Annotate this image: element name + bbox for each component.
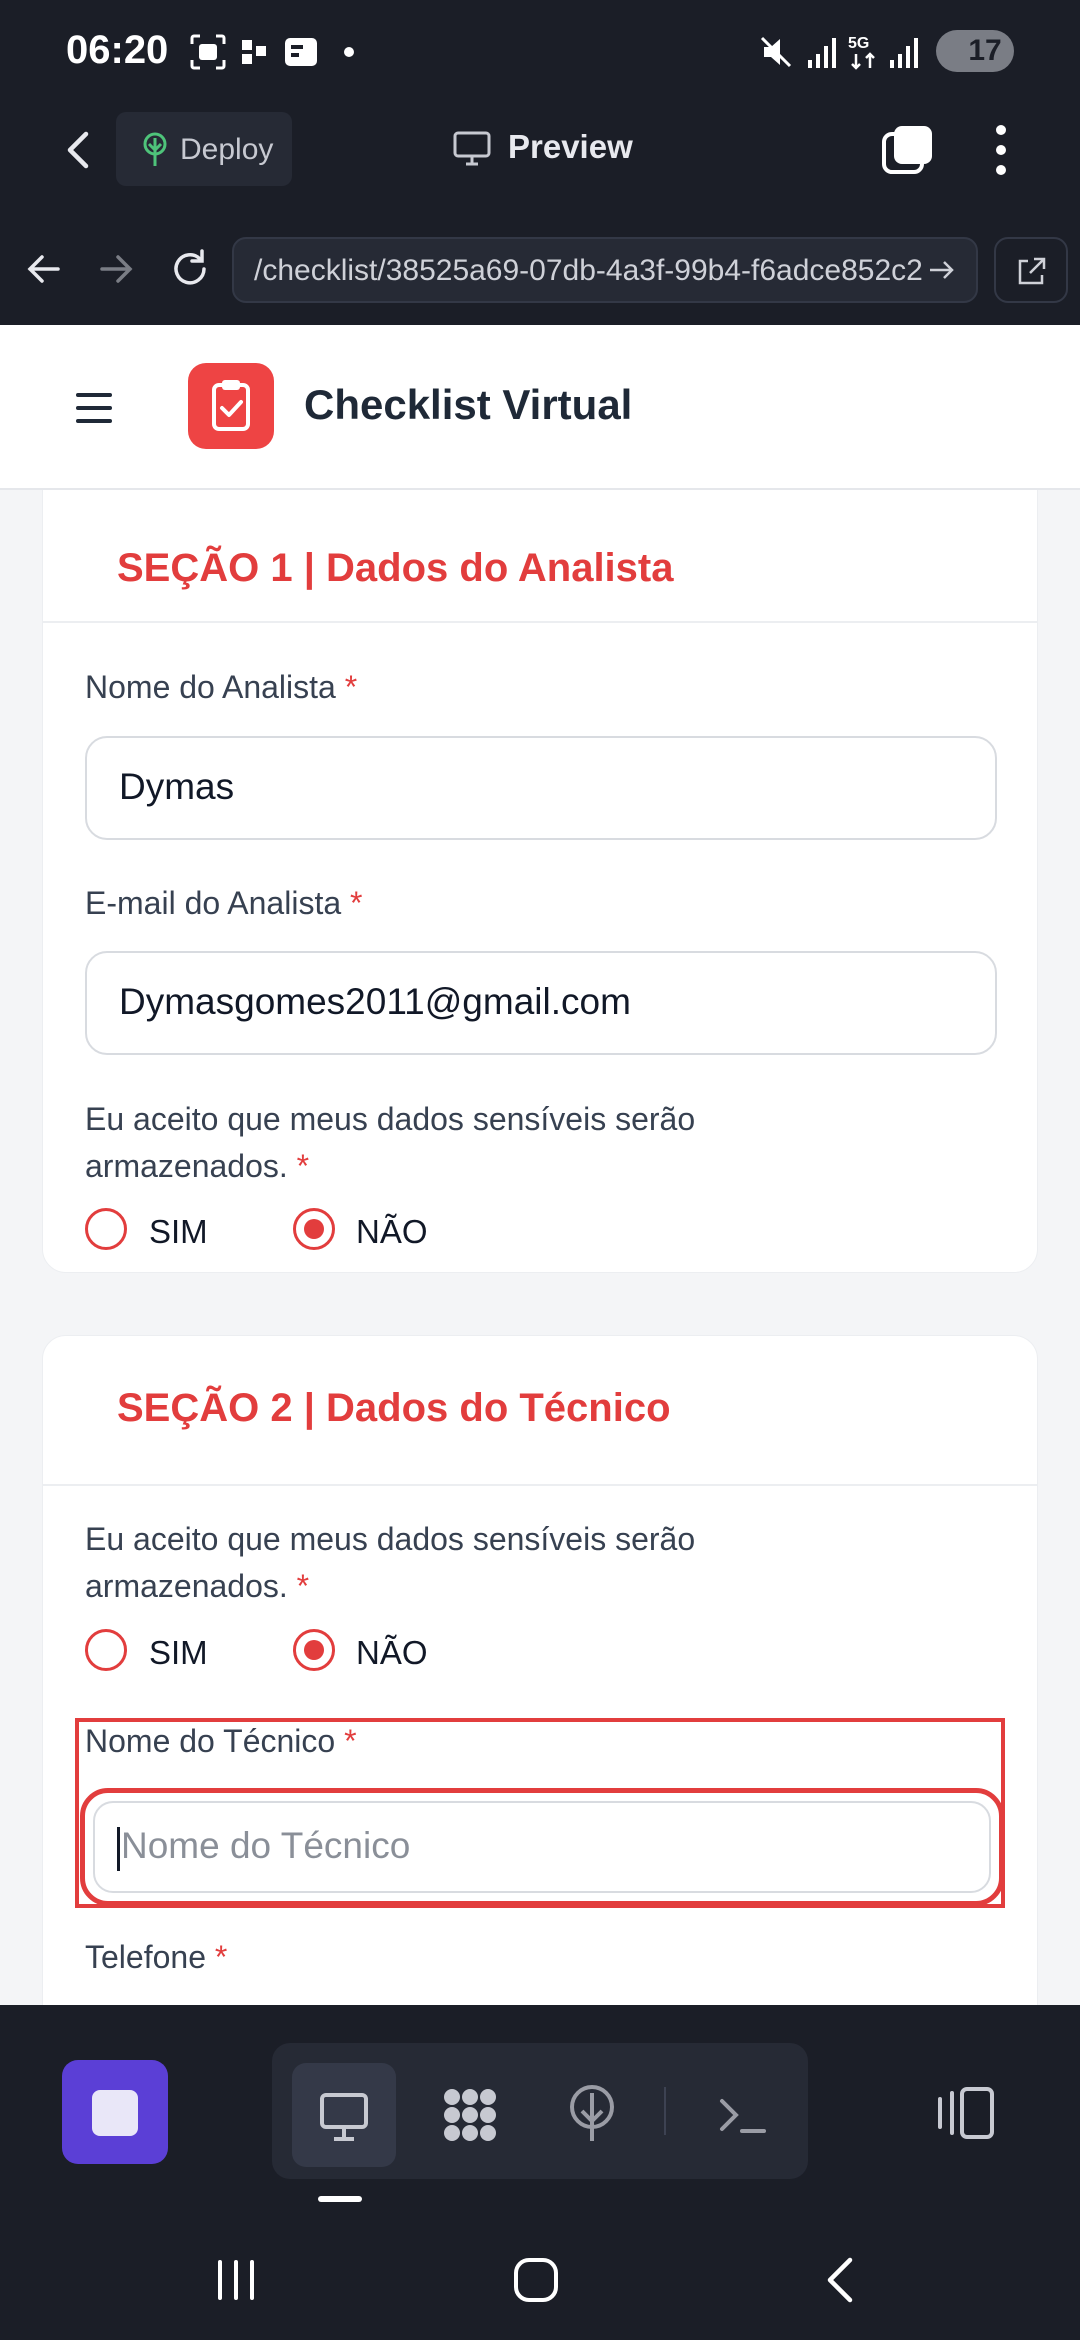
5g-icon: 5G	[848, 35, 875, 70]
analyst-name-input[interactable]: Dymas	[85, 736, 997, 840]
tabs-icon[interactable]	[878, 120, 938, 180]
screenshot-icon	[190, 34, 226, 70]
more-menu-icon[interactable]	[986, 120, 1016, 180]
battery-icon: 17	[936, 30, 1014, 72]
back-icon[interactable]	[812, 2250, 872, 2310]
url-input[interactable]: /checklist/38525a69-07db-4a3f-99b4-f6adc…	[232, 237, 978, 303]
terminal-button[interactable]	[690, 2063, 794, 2167]
separator	[664, 2087, 666, 2135]
analyst-name-label: Nome do Analista *	[85, 669, 358, 705]
go-arrow-icon[interactable]	[926, 253, 958, 287]
home-icon[interactable]	[506, 2250, 566, 2310]
consent-1-no-label: NÃO	[356, 1213, 428, 1250]
preview-tab[interactable]: Preview	[452, 122, 672, 178]
wallet-icon	[285, 38, 317, 66]
nav-back-icon[interactable]	[14, 239, 74, 299]
text-cursor	[117, 1827, 120, 1871]
consent-1-radio-yes[interactable]	[85, 1208, 127, 1250]
consent-2-no-label: NÃO	[356, 1634, 428, 1671]
stop-icon	[92, 2090, 138, 2136]
reload-icon[interactable]	[160, 239, 220, 299]
stop-button[interactable]	[62, 2060, 168, 2164]
deploy-view-button[interactable]	[540, 2063, 644, 2167]
url-bar: /checklist/38525a69-07db-4a3f-99b4-f6adc…	[0, 215, 1080, 325]
monitor-icon	[320, 2093, 368, 2141]
tech-name-placeholder: Nome do Técnico	[121, 1825, 411, 1866]
section-divider	[43, 1484, 1037, 1486]
preview-label: Preview	[508, 128, 633, 165]
deploy-button[interactable]: Deploy	[116, 112, 292, 186]
consent-1-yes-label: SIM	[149, 1213, 208, 1250]
view-switcher	[272, 2043, 808, 2179]
cast-icon	[242, 40, 266, 64]
apps-icon	[444, 2089, 496, 2141]
mute-icon	[760, 36, 792, 68]
status-time: 06:20	[66, 28, 169, 72]
system-nav-bar	[0, 2220, 1080, 2340]
tech-name-input[interactable]: Nome do Técnico	[80, 1788, 1004, 1906]
signal-icon	[890, 38, 918, 68]
nav-forward-icon[interactable]	[86, 239, 146, 299]
consent-label-1: Eu aceito que meus dados sensíveis serão…	[85, 1101, 696, 1184]
monitor-icon	[453, 131, 491, 166]
url-text: /checklist/38525a69-07db-4a3f-99b4-f6adc…	[254, 254, 923, 287]
section-1-card: SEÇÃO 1 | Dados do Analista Nome do Anal…	[42, 445, 1038, 1273]
battery-level: 17	[968, 34, 1002, 67]
analyst-name-value: Dymas	[119, 766, 235, 807]
analyst-email-input[interactable]: Dymasgomes2011@gmail.com	[85, 951, 997, 1055]
tab-indicator	[318, 2196, 362, 2202]
section-2-title: SEÇÃO 2 | Dados do Técnico	[117, 1386, 671, 1430]
consent-2-radio-yes[interactable]	[85, 1629, 127, 1671]
section-1-title: SEÇÃO 1 | Dados do Analista	[117, 546, 674, 590]
hamburger-menu-icon[interactable]	[76, 393, 112, 423]
clipboard-check-icon	[188, 363, 274, 449]
external-link-icon	[1018, 257, 1046, 285]
deploy-icon	[570, 2085, 614, 2141]
recents-icon[interactable]	[206, 2250, 266, 2310]
app-toolbar: Deploy Preview	[0, 100, 1080, 215]
section-divider	[43, 621, 1037, 623]
apps-button[interactable]	[418, 2063, 522, 2167]
svg-text:5G: 5G	[848, 35, 869, 52]
consent-label-2: Eu aceito que meus dados sensíveis serão…	[85, 1521, 696, 1604]
terminal-icon	[720, 2099, 766, 2133]
dot-icon	[344, 47, 354, 57]
dev-toolbar	[0, 2005, 1080, 2220]
side-panel-icon[interactable]	[930, 2085, 996, 2141]
deploy-icon	[143, 132, 167, 166]
consent-2-radio-no[interactable]	[293, 1629, 335, 1671]
status-bar: 06:20 5G 17	[0, 0, 1080, 100]
consent-1-radio-no[interactable]	[293, 1208, 335, 1250]
phone-label: Telefone *	[85, 1939, 228, 1975]
open-external-button[interactable]	[994, 237, 1068, 303]
signal-icon	[808, 38, 836, 68]
back-arrow-icon[interactable]	[50, 120, 110, 180]
consent-2-yes-label: SIM	[149, 1634, 208, 1671]
app-header: Checklist Virtual	[0, 325, 1080, 490]
analyst-email-label: E-mail do Analista *	[85, 885, 363, 921]
tech-name-field[interactable]: Nome do Técnico	[93, 1801, 991, 1893]
monitor-view-button[interactable]	[292, 2063, 396, 2167]
app-title: Checklist Virtual	[304, 381, 633, 428]
analyst-email-value: Dymasgomes2011@gmail.com	[119, 981, 631, 1022]
deploy-label: Deploy	[180, 133, 274, 166]
